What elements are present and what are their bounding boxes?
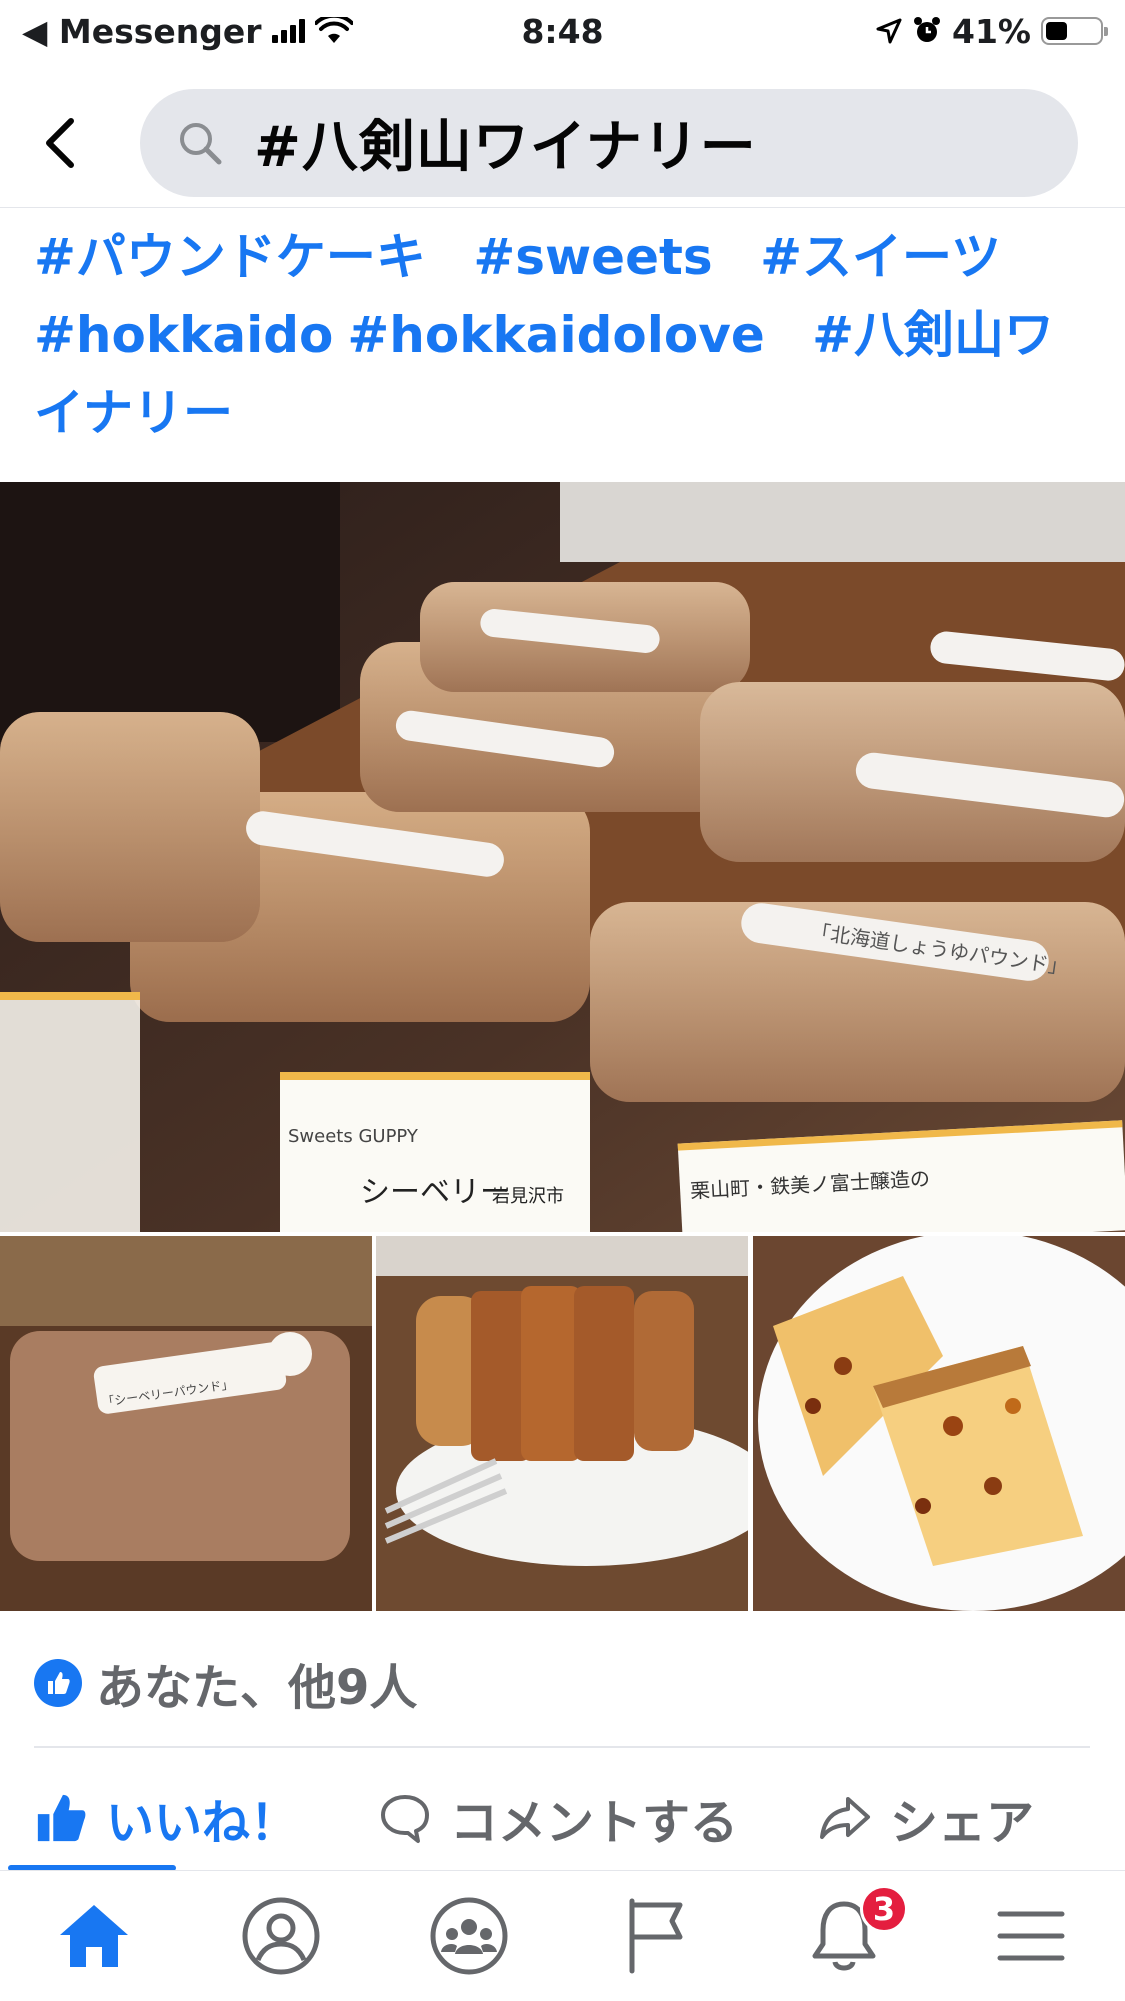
status-right: 41% — [876, 11, 1108, 51]
hashtag-link[interactable]: #sweets — [473, 228, 712, 286]
post-photo-main[interactable]: 「北海道しょうゆパウンド」 Sweets GUPPY シーベリー 岩見沢市 栗山… — [0, 482, 1125, 1232]
search-query[interactable]: #八剣山ワイナリー — [254, 102, 757, 183]
card-brand: Sweets GUPPY — [288, 1126, 419, 1147]
tab-menu[interactable] — [938, 1871, 1125, 2001]
post-photo-thumbnail-3[interactable] — [752, 1236, 1125, 1611]
tab-profile[interactable] — [188, 1871, 376, 2001]
like-button[interactable]: いいね！ — [34, 1783, 298, 1853]
menu-icon — [997, 1911, 1065, 1961]
hashtag-link[interactable]: #hokkaido — [34, 306, 333, 364]
notifications-badge: 3 — [860, 1885, 908, 1933]
reactions-summary[interactable]: あなた、他9人 — [34, 1648, 417, 1718]
alarm-icon — [914, 17, 940, 42]
actions-divider — [34, 1746, 1090, 1748]
battery-icon — [1041, 17, 1108, 45]
cake-slices-image — [752, 1236, 1125, 1611]
post-actions: いいね！ コメントする シェア — [0, 1768, 1125, 1868]
bottom-tab-bar: 3 — [0, 1870, 1125, 2001]
post-hashtags: #パウンドケーキ #sweets #スイーツ #hokkaido #hokkaid… — [34, 218, 1094, 452]
profile-icon — [242, 1897, 320, 1975]
comment-button[interactable]: コメントする — [378, 1783, 738, 1853]
like-reaction-icon — [34, 1659, 82, 1707]
back-to-app-label[interactable]: ◀ Messenger — [22, 12, 262, 51]
back-button[interactable] — [30, 103, 90, 183]
chevron-left-icon — [46, 117, 74, 168]
thumbs-up-icon — [37, 1794, 86, 1842]
hashtag-link[interactable]: #hokkaidolove — [347, 306, 764, 364]
search-header: #八剣山ワイナリー — [0, 78, 1125, 208]
search-icon — [180, 122, 222, 164]
post-photo-thumbnail-1[interactable]: 「シーベリーパウンド」 — [0, 1236, 372, 1611]
like-button-label: いいね！ — [106, 1795, 299, 1851]
share-arrow-icon — [820, 1797, 871, 1839]
status-bar: ◀ Messenger 8:48 41% — [0, 0, 1125, 62]
signal-icon — [271, 19, 305, 43]
hashtag-link[interactable]: #スイーツ — [760, 228, 1001, 286]
status-left[interactable]: ◀ Messenger — [22, 12, 353, 51]
pages-flag-icon — [629, 1898, 683, 1974]
post-photo-thumbnail-2[interactable] — [376, 1236, 749, 1611]
wifi-icon — [314, 17, 353, 43]
groups-icon — [430, 1897, 508, 1975]
sliced-cake-plate-image — [376, 1236, 749, 1611]
card-title: シーベリー — [360, 1175, 510, 1210]
tab-pages[interactable] — [563, 1871, 751, 2001]
tab-groups[interactable] — [375, 1871, 563, 2001]
share-button[interactable]: シェア — [818, 1783, 1034, 1853]
comment-bubble-icon — [381, 1795, 430, 1843]
battery-percent: 41% — [952, 11, 1031, 51]
post-photo-row: 「シーベリーパウンド」 — [0, 1236, 1125, 1611]
hashtag-link[interactable]: #パウンドケーキ — [34, 228, 426, 286]
comment-button-label: コメントする — [450, 1795, 739, 1851]
tab-notifications[interactable]: 3 — [750, 1871, 938, 2001]
wrapped-cake-image: 「シーベリーパウンド」 — [0, 1236, 372, 1611]
pound-cake-shelf-image: 「北海道しょうゆパウンド」 Sweets GUPPY シーベリー 岩見沢市 栗山… — [0, 482, 1125, 1232]
search-input[interactable]: #八剣山ワイナリー — [140, 88, 1078, 197]
reactions-count-text: あなた、他9人 — [96, 1660, 418, 1716]
tab-home[interactable] — [0, 1871, 188, 2001]
location-arrow-icon — [876, 18, 902, 44]
home-icon — [59, 1905, 128, 1967]
share-button-label: シェア — [890, 1795, 1035, 1851]
card-city: 岩見沢市 — [492, 1186, 564, 1207]
